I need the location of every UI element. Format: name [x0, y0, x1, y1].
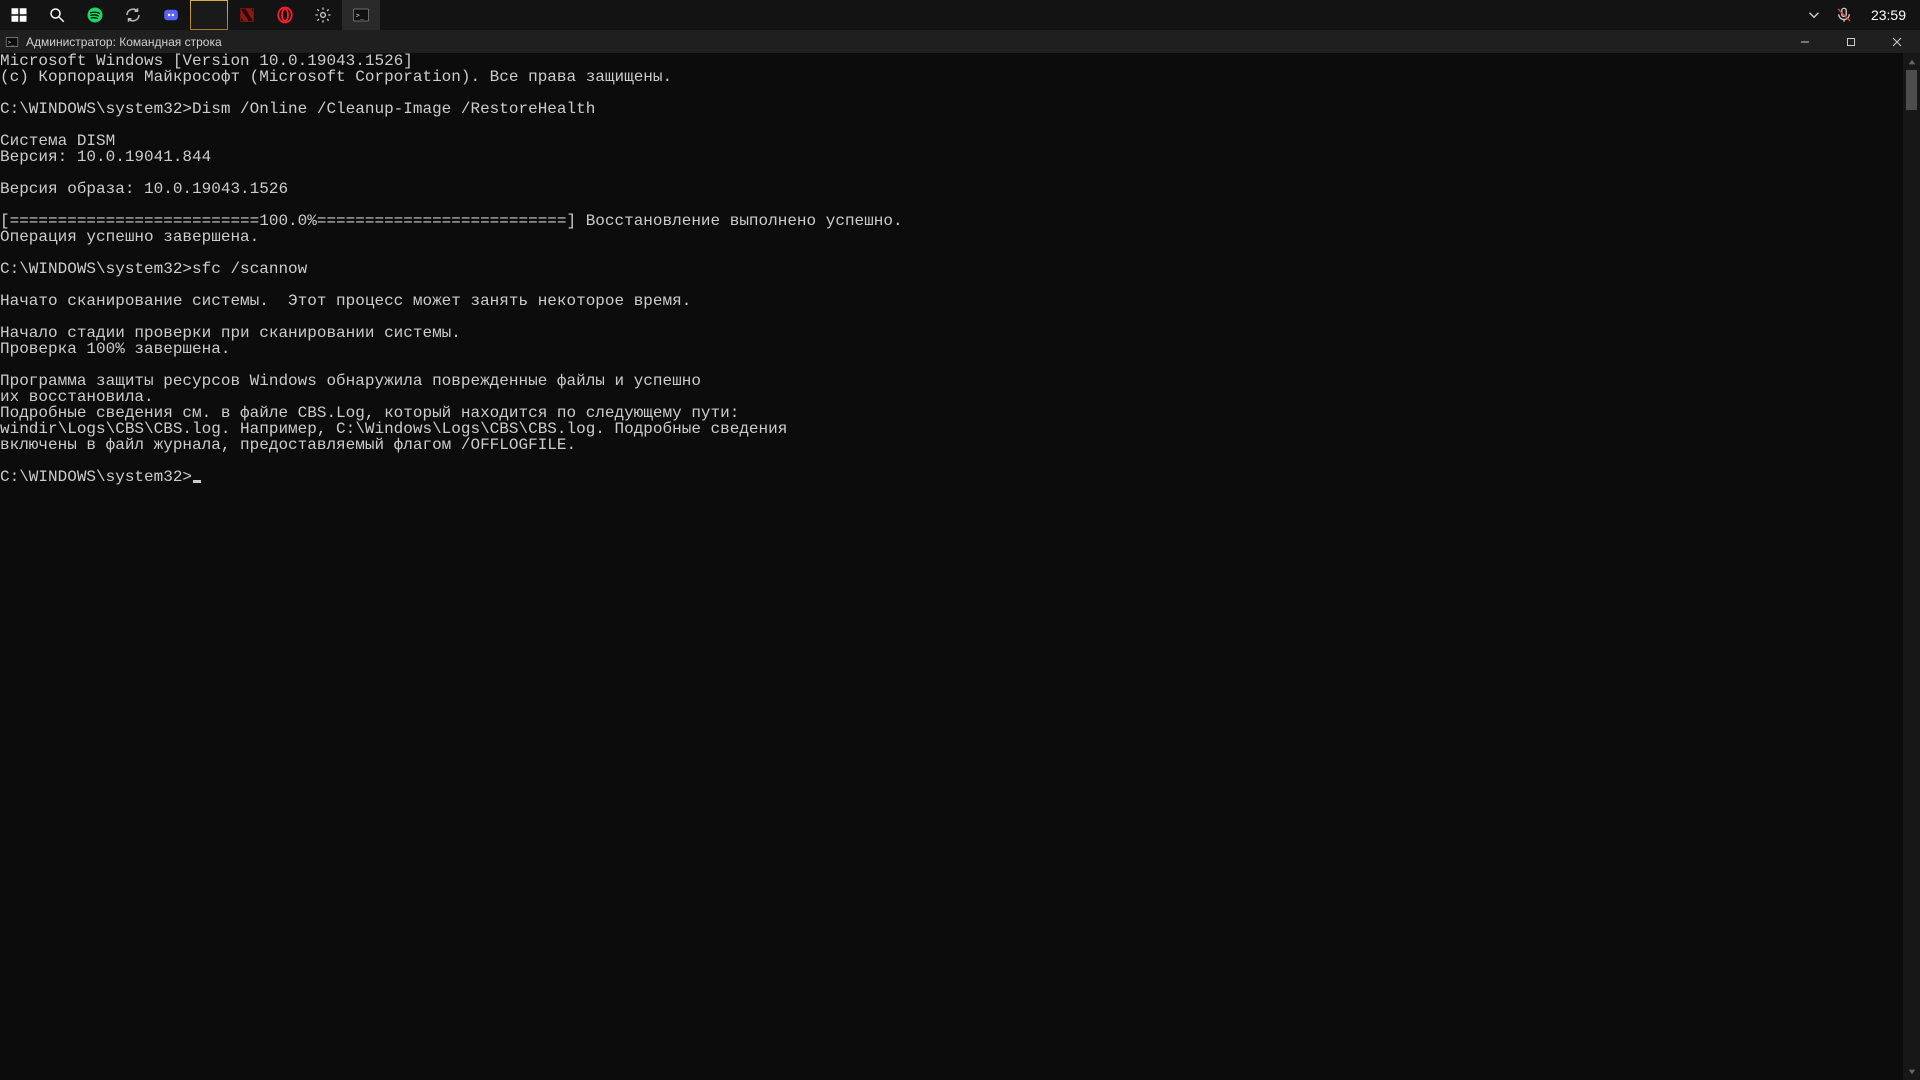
discord-icon: [162, 6, 180, 24]
dota-icon: [238, 6, 256, 24]
console-area: Microsoft Windows [Version 10.0.19043.15…: [0, 53, 1920, 1080]
window-title: Администратор: Командная строка: [26, 35, 222, 49]
mic-muted-icon[interactable]: [1835, 0, 1853, 30]
cmd-icon: >_: [352, 6, 370, 24]
taskbar-left: >_: [0, 0, 380, 30]
cmd-titlebar-icon: >_: [2, 32, 22, 52]
taskbar: >_ 23:59: [0, 0, 1920, 30]
tray-chevron[interactable]: [1805, 0, 1823, 30]
sync-icon: [124, 6, 142, 24]
maximize-button[interactable]: [1828, 30, 1874, 53]
close-button[interactable]: [1874, 30, 1920, 53]
opera-button[interactable]: [266, 0, 304, 30]
start-button[interactable]: [0, 0, 38, 30]
spotify-button[interactable]: [76, 0, 114, 30]
console-output[interactable]: Microsoft Windows [Version 10.0.19043.15…: [0, 53, 1903, 1080]
spotify-icon: [86, 6, 104, 24]
opera-icon: [276, 6, 294, 24]
dota-button[interactable]: [228, 0, 266, 30]
windows-icon: [10, 6, 28, 24]
titlebar[interactable]: >_ Администратор: Командная строка: [0, 30, 1920, 53]
scroll-thumb[interactable]: [1906, 70, 1917, 110]
sync-button[interactable]: [114, 0, 152, 30]
steam-button[interactable]: [190, 0, 228, 30]
scroll-down-arrow[interactable]: [1903, 1063, 1920, 1080]
gear-icon: [314, 6, 332, 24]
vertical-scrollbar[interactable]: [1903, 53, 1920, 1080]
search-button[interactable]: [38, 0, 76, 30]
taskbar-clock[interactable]: 23:59: [1865, 7, 1912, 23]
cmd-window: >_ Администратор: Командная строка Micro…: [0, 30, 1920, 1080]
text-cursor: [193, 480, 201, 483]
discord-button[interactable]: [152, 0, 190, 30]
cmd-taskbar-button[interactable]: >_: [342, 0, 380, 30]
settings-button[interactable]: [304, 0, 342, 30]
minimize-button[interactable]: [1782, 30, 1828, 53]
svg-text:>_: >_: [356, 11, 365, 19]
scroll-up-arrow[interactable]: [1903, 53, 1920, 70]
search-icon: [48, 6, 66, 24]
window-controls: [1782, 30, 1920, 53]
svg-text:>_: >_: [8, 39, 15, 45]
system-tray: 23:59: [1805, 0, 1920, 30]
